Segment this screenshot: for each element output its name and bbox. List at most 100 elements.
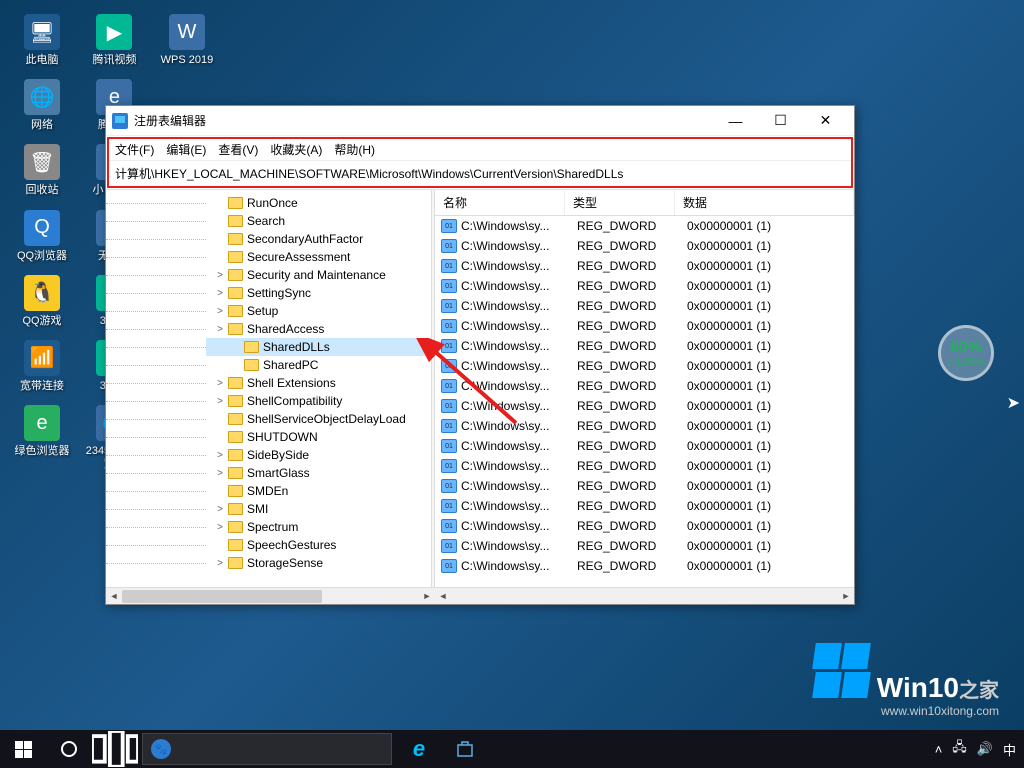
speed-widget[interactable]: 60% ↓ 1.5K/s: [938, 325, 994, 381]
list-row[interactable]: C:\Windows\sy...REG_DWORD0x00000001 (1): [435, 556, 854, 576]
taskbar: 🐾 e ˄ 🖧 🔊 中: [0, 730, 1024, 768]
tree-item[interactable]: >SettingSync: [206, 284, 431, 302]
desktop-icon[interactable]: WWPS 2019: [153, 8, 221, 73]
col-name[interactable]: 名称: [435, 190, 565, 215]
list-body[interactable]: C:\Windows\sy...REG_DWORD0x00000001 (1)C…: [435, 216, 854, 587]
system-tray[interactable]: ˄ 🖧 🔊 中: [935, 738, 1024, 760]
desktop-icon[interactable]: 🐧QQ游戏: [8, 269, 76, 334]
taskbar-ie[interactable]: e: [396, 730, 442, 768]
menu-item[interactable]: 收藏夹(A): [270, 141, 322, 158]
tree-scrollbar[interactable]: ◄►: [106, 587, 435, 604]
list-row[interactable]: C:\Windows\sy...REG_DWORD0x00000001 (1): [435, 536, 854, 556]
address-bar[interactable]: 计算机\HKEY_LOCAL_MACHINE\SOFTWARE\Microsof…: [109, 160, 851, 186]
list-row[interactable]: C:\Windows\sy...REG_DWORD0x00000001 (1): [435, 236, 854, 256]
tree-item[interactable]: RunOnce: [206, 194, 431, 212]
list-row[interactable]: C:\Windows\sy...REG_DWORD0x00000001 (1): [435, 336, 854, 356]
cortana-button[interactable]: [46, 730, 92, 768]
desktop-icon[interactable]: 📶宽带连接: [8, 334, 76, 399]
list-row[interactable]: C:\Windows\sy...REG_DWORD0x00000001 (1): [435, 476, 854, 496]
menu-item[interactable]: 文件(F): [115, 141, 154, 158]
desktop-icon[interactable]: 🌐网络: [8, 73, 76, 138]
icon-label: QQ浏览器: [10, 250, 74, 263]
tree-item[interactable]: >SharedAccess: [206, 320, 431, 338]
search-input[interactable]: [177, 742, 383, 757]
tray-ime-icon[interactable]: 中: [1003, 740, 1016, 759]
minimize-button[interactable]: —: [713, 106, 758, 136]
expand-icon[interactable]: >: [214, 558, 226, 569]
tray-up-icon[interactable]: ˄: [935, 742, 943, 757]
desktop-icon[interactable]: 🗑回收站: [8, 138, 76, 203]
list-row[interactable]: C:\Windows\sy...REG_DWORD0x00000001 (1): [435, 376, 854, 396]
value-data: 0x00000001 (1): [679, 459, 854, 473]
list-row[interactable]: C:\Windows\sy...REG_DWORD0x00000001 (1): [435, 456, 854, 476]
tree-item[interactable]: SMDEn: [206, 482, 431, 500]
list-row[interactable]: C:\Windows\sy...REG_DWORD0x00000001 (1): [435, 356, 854, 376]
desktop-icon[interactable]: ▶腾讯视频: [80, 8, 148, 73]
expand-icon[interactable]: >: [214, 324, 226, 335]
tree-item[interactable]: > ShellCompatibility: [206, 392, 431, 410]
taskview-button[interactable]: [92, 730, 138, 768]
expand-icon[interactable]: >: [214, 450, 226, 461]
value-name: C:\Windows\sy...: [461, 519, 569, 533]
dword-icon: [441, 519, 457, 533]
tree-item[interactable]: >SMI: [206, 500, 431, 518]
tray-network-icon[interactable]: 🖧: [952, 738, 967, 760]
close-button[interactable]: ✕: [803, 106, 848, 136]
tree-item[interactable]: >Spectrum: [206, 518, 431, 536]
col-data[interactable]: 数据: [675, 190, 854, 215]
regedit-icon: [112, 113, 128, 129]
tree-item[interactable]: SHUTDOWN: [206, 428, 431, 446]
maximize-button[interactable]: ☐: [758, 106, 803, 136]
taskbar-search[interactable]: 🐾: [142, 733, 392, 765]
desktop-icon[interactable]: e绿色浏览器: [8, 399, 76, 464]
list-row[interactable]: C:\Windows\sy...REG_DWORD0x00000001 (1): [435, 316, 854, 336]
list-scrollbar[interactable]: ◄►: [435, 587, 854, 604]
menu-item[interactable]: 编辑(E): [166, 141, 206, 158]
list-row[interactable]: C:\Windows\sy...REG_DWORD0x00000001 (1): [435, 496, 854, 516]
list-row[interactable]: C:\Windows\sy...REG_DWORD0x00000001 (1): [435, 276, 854, 296]
tree-item[interactable]: SpeechGestures: [206, 536, 431, 554]
tree-item[interactable]: >Setup: [206, 302, 431, 320]
expand-icon[interactable]: >: [214, 504, 226, 515]
tree-label: SpeechGestures: [247, 538, 336, 552]
list-row[interactable]: C:\Windows\sy...REG_DWORD0x00000001 (1): [435, 296, 854, 316]
tree-item[interactable]: >StorageSense: [206, 554, 431, 572]
expand-icon[interactable]: >: [214, 396, 226, 407]
list-row[interactable]: C:\Windows\sy...REG_DWORD0x00000001 (1): [435, 396, 854, 416]
start-button[interactable]: [0, 730, 46, 768]
tree-item[interactable]: SecureAssessment: [206, 248, 431, 266]
tree-label: ShellCompatibility: [247, 394, 342, 408]
tree-item[interactable]: ShellServiceObjectDelayLoad: [206, 410, 431, 428]
expand-icon[interactable]: >: [214, 468, 226, 479]
value-type: REG_DWORD: [569, 439, 679, 453]
list-row[interactable]: C:\Windows\sy...REG_DWORD0x00000001 (1): [435, 516, 854, 536]
expand-icon[interactable]: >: [214, 288, 226, 299]
list-row[interactable]: C:\Windows\sy...REG_DWORD0x00000001 (1): [435, 436, 854, 456]
tree-item[interactable]: >Security and Maintenance: [206, 266, 431, 284]
desktop-icon[interactable]: QQQ浏览器: [8, 204, 76, 269]
menu-item[interactable]: 帮助(H): [334, 141, 375, 158]
menu-item[interactable]: 查看(V): [218, 141, 258, 158]
list-row[interactable]: C:\Windows\sy...REG_DWORD0x00000001 (1): [435, 256, 854, 276]
value-name: C:\Windows\sy...: [461, 319, 569, 333]
taskbar-store[interactable]: [442, 730, 488, 768]
expand-icon[interactable]: >: [214, 378, 226, 389]
expand-icon[interactable]: >: [214, 522, 226, 533]
tray-volume-icon[interactable]: 🔊: [977, 741, 993, 757]
expand-icon[interactable]: >: [214, 306, 226, 317]
tree-item[interactable]: Search: [206, 212, 431, 230]
tree-pane[interactable]: RunOnceSearchSecondaryAuthFactorSecureAs…: [106, 190, 431, 587]
tree-item[interactable]: SharedDLLs: [206, 338, 431, 356]
list-row[interactable]: C:\Windows\sy...REG_DWORD0x00000001 (1): [435, 216, 854, 236]
desktop-icon[interactable]: 🖥此电脑: [8, 8, 76, 73]
col-type[interactable]: 类型: [565, 190, 675, 215]
list-row[interactable]: C:\Windows\sy...REG_DWORD0x00000001 (1): [435, 416, 854, 436]
tree-item[interactable]: SharedPC: [206, 356, 431, 374]
titlebar[interactable]: 注册表编辑器 — ☐ ✕: [106, 106, 854, 136]
dword-icon: [441, 219, 457, 233]
tree-item[interactable]: >SmartGlass: [206, 464, 431, 482]
expand-icon[interactable]: >: [214, 270, 226, 281]
tree-item[interactable]: SecondaryAuthFactor: [206, 230, 431, 248]
tree-item[interactable]: >SideBySide: [206, 446, 431, 464]
tree-item[interactable]: >Shell Extensions: [206, 374, 431, 392]
